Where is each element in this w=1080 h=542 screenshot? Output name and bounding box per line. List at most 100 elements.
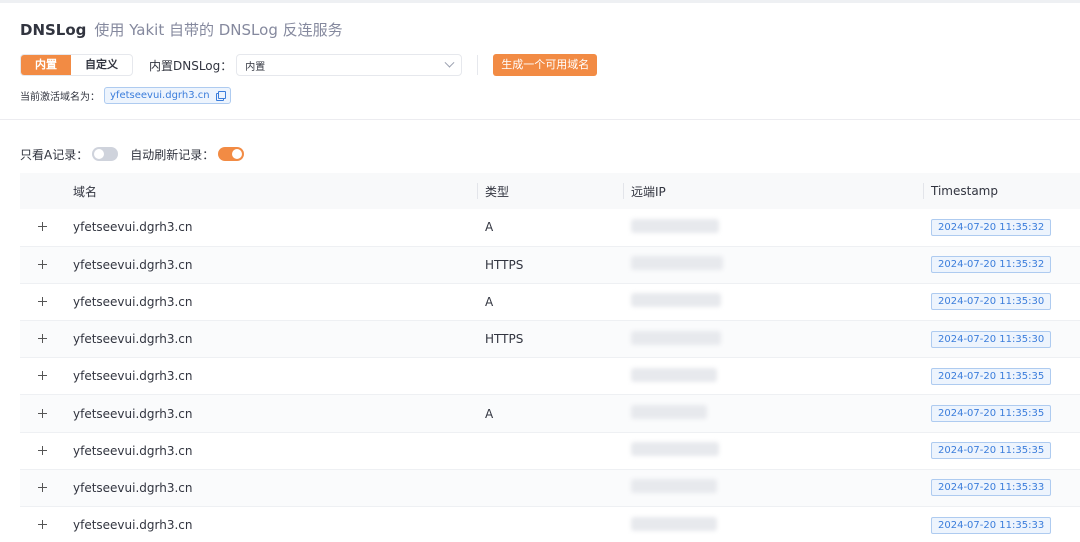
auto-refresh-toggle[interactable] [218, 147, 245, 161]
remote-ip-cell [623, 283, 923, 320]
timestamp-tag: 2024-07-20 11:35:32 [931, 218, 1052, 236]
redacted-ip [631, 442, 719, 457]
a-only-label: 只看A记录： [20, 147, 89, 162]
expand-plus-icon[interactable] [38, 482, 47, 492]
remote-ip-cell [623, 358, 923, 395]
expand-cell [20, 283, 65, 320]
timestamp-cell: 2024-07-20 11:35:33 [923, 507, 1080, 542]
remote-ip-cell [623, 209, 923, 246]
type-cell: A [485, 406, 494, 421]
current-domain-row: 当前激活域名为： yfetseevui.dgrh3.cn [20, 87, 1060, 104]
dnslog-select-value: 内置 [245, 61, 266, 73]
timestamp-cell: 2024-07-20 11:35:32 [923, 246, 1080, 283]
dnslog-header: DNSLog 使用 Yakit 自带的 DNSLog 反连服务 内置 自定义 内… [0, 3, 1080, 120]
table-row[interactable]: yfetseevui.dgrh3.cn A 2024-07-20 11:35:30 [20, 283, 1080, 321]
expand-plus-icon[interactable] [38, 334, 47, 344]
remote-ip-cell [623, 246, 923, 283]
timestamp-tag: 2024-07-20 11:35:35 [931, 367, 1052, 385]
table-header: 域名 类型 远端IP Timestamp [20, 173, 1080, 209]
copy-icon[interactable] [215, 91, 226, 101]
expand-cell [20, 209, 65, 246]
domain-cell: yfetseevui.dgrh3.cn [73, 406, 193, 421]
domain-cell: yfetseevui.dgrh3.cn [73, 257, 193, 272]
table-row[interactable]: yfetseevui.dgrh3.cn A 2024-07-20 11:35:35 [20, 394, 1080, 433]
dnslog-select[interactable]: 内置 [236, 54, 463, 76]
timestamp-cell: 2024-07-20 11:35:33 [923, 469, 1080, 506]
timestamp-tag: 2024-07-20 11:35:35 [931, 405, 1052, 423]
timestamp-tag: 2024-07-20 11:35:30 [931, 293, 1052, 311]
redacted-ip [631, 218, 719, 233]
expand-cell [20, 395, 65, 432]
column-header-domain: 域名 [73, 184, 98, 199]
expand-plus-icon[interactable] [38, 259, 47, 269]
timestamp-cell: 2024-07-20 11:35:35 [923, 432, 1080, 469]
timestamp-tag: 2024-07-20 11:35:33 [931, 516, 1052, 534]
title-row: DNSLog 使用 Yakit 自带的 DNSLog 反连服务 [20, 19, 1060, 45]
timestamp-tag: 2024-07-20 11:35:35 [931, 442, 1052, 460]
table-row[interactable]: yfetseevui.dgrh3.cn 2024-07-20 11:35:33 [20, 469, 1080, 507]
redacted-ip [631, 479, 717, 494]
page-title: DNSLog [20, 21, 87, 39]
table-body: yfetseevui.dgrh3.cn A 2024-07-20 11:35:32 y… [20, 209, 1080, 542]
table-row[interactable]: yfetseevui.dgrh3.cn 2024-07-20 11:35:33 [20, 507, 1080, 542]
mode-tab-custom[interactable]: 自定义 [71, 55, 132, 75]
expand-plus-icon[interactable] [38, 222, 47, 232]
remote-ip-cell [623, 432, 923, 469]
redacted-ip [631, 330, 721, 345]
domain-cell: yfetseevui.dgrh3.cn [73, 518, 193, 533]
column-header-remote-ip: 远端IP [623, 173, 923, 209]
timestamp-cell: 2024-07-20 11:35:30 [923, 321, 1080, 358]
redacted-ip [631, 516, 717, 531]
table-row[interactable]: yfetseevui.dgrh3.cn HTTPS 2024-07-20 11:35… [20, 246, 1080, 284]
timestamp-tag: 2024-07-20 11:35:32 [931, 256, 1052, 274]
expand-plus-icon[interactable] [38, 408, 47, 418]
timestamp-cell: 2024-07-20 11:35:30 [923, 283, 1080, 320]
type-cell [477, 469, 623, 506]
mode-tab-builtin[interactable]: 内置 [21, 55, 71, 75]
domain-cell: yfetseevui.dgrh3.cn [73, 369, 193, 384]
timestamp-cell: 2024-07-20 11:35:35 [923, 358, 1080, 395]
expand-plus-icon[interactable] [38, 296, 47, 306]
type-cell: HTTPS [485, 332, 524, 347]
filter-row: 只看A记录： 自动刷新记录： [0, 145, 1080, 163]
redacted-ip [631, 256, 723, 271]
dnslog-table: 域名 类型 远端IP Timestamp yfetseevui.dgrh3.cn… [20, 173, 1080, 542]
redacted-ip [631, 293, 721, 308]
table-row[interactable]: yfetseevui.dgrh3.cn HTTPS 2024-07-20 11:35… [20, 320, 1080, 358]
generate-domain-button[interactable]: 生成一个可用域名 [493, 54, 598, 76]
domain-cell: yfetseevui.dgrh3.cn [73, 332, 193, 347]
page-subtitle: 使用 Yakit 自带的 DNSLog 反连服务 [94, 21, 343, 39]
type-cell: A [485, 220, 494, 235]
current-domain-value: yfetseevui.dgrh3.cn [110, 90, 210, 101]
remote-ip-cell [623, 395, 923, 432]
mode-segmented-control: 内置 自定义 [20, 54, 133, 76]
a-only-toggle[interactable] [92, 147, 119, 161]
type-cell: HTTPS [485, 257, 524, 272]
table-row[interactable]: yfetseevui.dgrh3.cn 2024-07-20 11:35:35 [20, 358, 1080, 395]
toggle-knob [232, 149, 243, 159]
expand-plus-icon[interactable] [38, 520, 47, 530]
domain-cell: yfetseevui.dgrh3.cn [73, 480, 193, 495]
current-domain-label: 当前激活域名为： [20, 92, 100, 103]
column-header-timestamp: Timestamp [923, 173, 1080, 209]
expand-plus-icon[interactable] [38, 445, 47, 455]
type-cell: A [485, 294, 494, 309]
table-row[interactable]: yfetseevui.dgrh3.cn 2024-07-20 11:35:35 [20, 432, 1080, 470]
expand-plus-icon[interactable] [38, 371, 47, 381]
dnslog-select-label: 内置DNSLog： [149, 58, 233, 73]
type-cell [477, 358, 623, 395]
current-domain-tag: yfetseevui.dgrh3.cn [104, 87, 231, 104]
timestamp-tag: 2024-07-20 11:35:30 [931, 330, 1052, 348]
control-row: 内置 自定义 内置DNSLog： 内置 生成一个可用域名 [20, 53, 1060, 77]
redacted-ip [631, 405, 707, 420]
expand-cell [20, 321, 65, 358]
table-row[interactable]: yfetseevui.dgrh3.cn A 2024-07-20 11:35:32 [20, 209, 1080, 247]
toggle-knob [94, 149, 105, 159]
expand-cell [20, 432, 65, 469]
timestamp-cell: 2024-07-20 11:35:35 [923, 395, 1080, 432]
expand-cell [20, 246, 65, 283]
redacted-ip [631, 367, 717, 382]
domain-cell: yfetseevui.dgrh3.cn [73, 294, 193, 309]
column-header-type: 类型 [477, 173, 623, 209]
auto-refresh-label: 自动刷新记录： [130, 147, 215, 162]
